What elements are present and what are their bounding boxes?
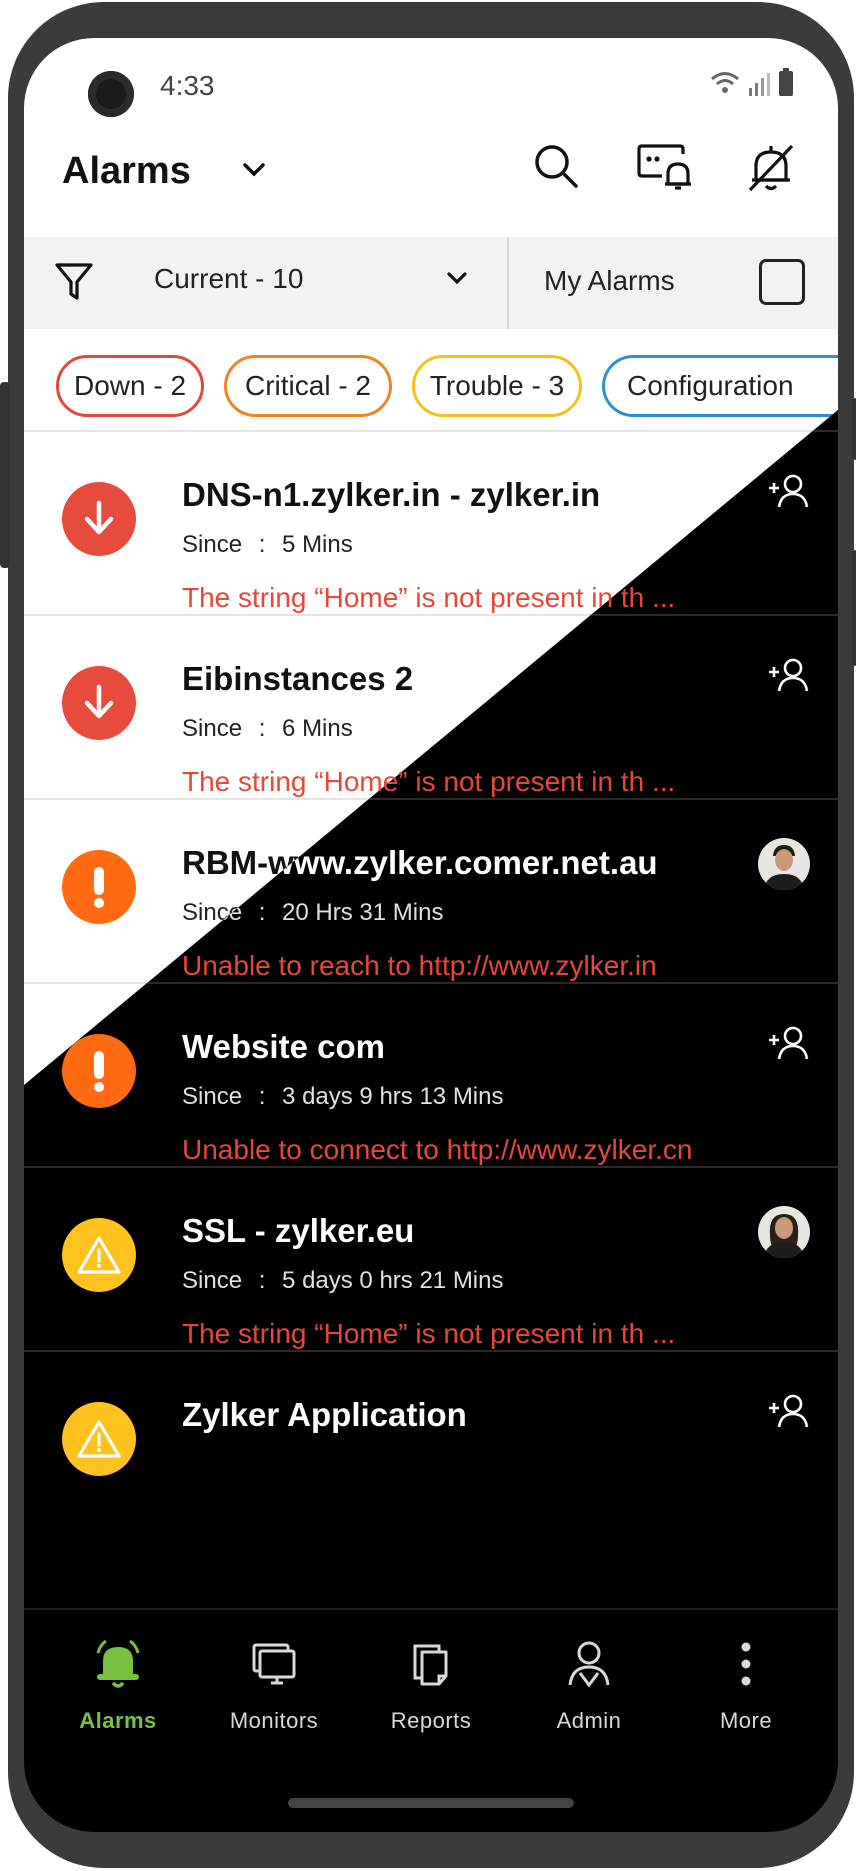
since-value: 5 days 0 hrs 21 Mins	[282, 1267, 504, 1294]
nav-more[interactable]: More	[676, 1638, 816, 1734]
side-button-right-top	[852, 398, 856, 460]
assignee-avatar[interactable]	[758, 838, 810, 890]
nav-monitors[interactable]: Monitors	[204, 1638, 344, 1734]
admin-icon	[568, 1641, 610, 1688]
battery-icon	[779, 68, 793, 96]
alarm-message: The string “Home” is not present in th .…	[182, 1318, 676, 1349]
divider	[24, 1608, 838, 1610]
chevron-down-icon[interactable]	[446, 271, 468, 285]
since-text: Since:5 days 0 hrs 21 Mins	[182, 1267, 503, 1295]
status-bar: 4:33	[24, 38, 838, 126]
phone-frame: 4:33 Alarms Current - 10 My Alarms Down …	[0, 2, 856, 1868]
status-time: 4:33	[160, 70, 215, 101]
nav-reports[interactable]: Reports	[361, 1638, 501, 1734]
add-user-icon[interactable]	[766, 658, 810, 692]
app-header: Alarms	[24, 126, 838, 236]
wifi-icon	[711, 72, 739, 93]
warning-icon	[62, 1218, 136, 1292]
alarm-row[interactable]: SSL - zylker.eu Since:5 days 0 hrs 21 Min…	[24, 1166, 838, 1350]
chip-critical[interactable]: Critical - 2	[224, 355, 392, 417]
side-button-right	[852, 550, 856, 666]
add-user-icon[interactable]	[766, 1394, 810, 1428]
my-alarms-label: My Alarms	[544, 265, 675, 296]
arrow-down-icon	[62, 482, 136, 556]
chip-down[interactable]: Down - 2	[56, 355, 204, 417]
warning-icon	[62, 1402, 136, 1476]
exclamation-icon	[62, 1034, 136, 1108]
nav-admin[interactable]: Admin	[519, 1638, 659, 1734]
alarm-filter-select[interactable]: Current - 10	[154, 263, 303, 295]
search-icon[interactable]	[532, 142, 580, 190]
exclamation-icon	[62, 850, 136, 924]
severity-chips: Down - 2 Critical - 2 Trouble - 3 Config…	[24, 330, 838, 428]
separator: :	[258, 899, 266, 926]
monitor-name: Website com	[182, 1028, 385, 1065]
arrow-down-icon	[62, 666, 136, 740]
home-indicator[interactable]	[288, 1798, 574, 1808]
bell-icon	[96, 1639, 140, 1688]
since-value: 6 Mins	[282, 715, 353, 742]
nav-label: Alarms	[79, 1708, 157, 1733]
alarm-message: Unable to connect to http://www.zylker.c…	[182, 1134, 693, 1165]
monitor-name: DNS-n1.zylker.in - zylker.in	[182, 476, 601, 513]
assignee-avatar[interactable]	[758, 1206, 810, 1258]
monitors-icon	[252, 1643, 296, 1685]
nav-label: Admin	[556, 1708, 622, 1733]
add-user-icon[interactable]	[766, 1026, 810, 1060]
monitor-name: Eibinstances 2	[182, 660, 414, 697]
signal-icon	[749, 73, 770, 96]
screen: 4:33 Alarms Current - 10 My Alarms Down …	[24, 38, 838, 1832]
since-value: 3 days 9 hrs 13 Mins	[282, 1083, 504, 1110]
since-text: Since:3 days 9 hrs 13 Mins	[182, 1083, 503, 1111]
nav-alarms[interactable]: Alarms	[48, 1638, 188, 1734]
separator: :	[258, 1083, 266, 1110]
separator: :	[258, 531, 266, 558]
chip-trouble[interactable]: Trouble - 3	[412, 355, 582, 417]
more-icon	[741, 1642, 751, 1686]
nav-label: Reports	[390, 1708, 472, 1733]
mute-bell-icon[interactable]	[746, 142, 796, 194]
status-icons	[710, 68, 794, 96]
since-text: Since:6 Mins	[182, 715, 353, 743]
since-label: Since	[182, 531, 243, 558]
since-value: 5 Mins	[282, 531, 353, 558]
alarm-row[interactable]: Website com Since:3 days 9 hrs 13 Mins Una…	[24, 982, 838, 1166]
nav-label: Monitors	[229, 1708, 319, 1733]
filter-icon[interactable]	[54, 261, 94, 303]
chip-configuration[interactable]: Configuration	[602, 355, 838, 417]
monitor-name: Zylker Application	[182, 1396, 467, 1433]
add-user-icon[interactable]	[766, 474, 810, 508]
separator: :	[258, 1267, 266, 1294]
alarm-row[interactable]: Zylker Application	[24, 1350, 838, 1534]
monitor-name: SSL - zylker.eu	[182, 1212, 415, 1249]
since-text: Since:5 Mins	[182, 531, 353, 559]
chevron-down-icon[interactable]	[242, 162, 266, 178]
bell-device-icon[interactable]	[636, 142, 694, 192]
my-alarms-checkbox[interactable]	[759, 259, 805, 305]
since-label: Since	[182, 1267, 243, 1294]
since-label: Since	[182, 1083, 243, 1110]
page-title[interactable]: Alarms	[62, 150, 191, 193]
nav-label: More	[719, 1708, 773, 1733]
separator: :	[258, 715, 266, 742]
reports-icon	[413, 1644, 448, 1686]
since-value: 20 Hrs 31 Mins	[282, 899, 444, 926]
filter-bar: Current - 10 My Alarms	[24, 237, 838, 329]
alarm-message: Unable to reach to http://www.zylker.in	[182, 950, 657, 981]
side-button-left	[0, 382, 10, 568]
divider	[507, 237, 509, 329]
front-camera	[88, 71, 134, 117]
since-label: Since	[182, 715, 243, 742]
